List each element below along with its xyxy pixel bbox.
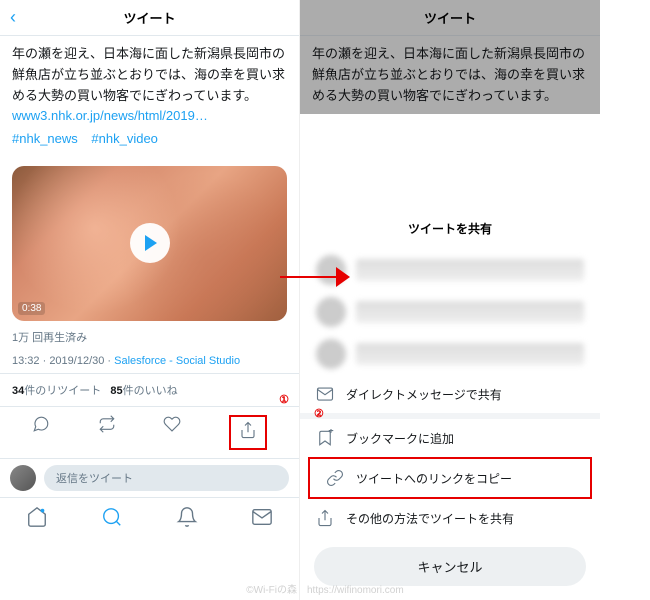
share-button[interactable] — [229, 415, 267, 450]
retweet-button[interactable] — [98, 415, 116, 450]
reply-composer: 返信をツイート — [0, 458, 299, 497]
watermark: ©Wi-Fiの森 https://wifinomori.com — [246, 581, 403, 596]
annotation-marker-1: ① — [279, 393, 289, 406]
video-thumbnail[interactable]: 0:38 — [12, 166, 287, 321]
view-count: 1万 回再生済み — [0, 325, 299, 349]
bookmark-add-icon — [316, 429, 334, 447]
tweet-source[interactable]: Salesforce - Social Studio — [114, 355, 240, 367]
search-tab[interactable] — [101, 506, 123, 533]
like-button[interactable] — [163, 415, 181, 450]
dimmed-background[interactable]: ツイート 年の瀬を迎え、日本海に面した新潟県長岡市の鮮魚店が立ち並ぶとおりでは、… — [300, 0, 600, 114]
dm-share-button[interactable]: ダイレクトメッセージで共有 — [300, 375, 600, 413]
tweet-link[interactable]: www3.nhk.or.jp/news/html/2019… — [12, 108, 208, 123]
share-user-row[interactable] — [300, 333, 600, 375]
share-sheet: ツイートを共有 ダイレクトメッセージで共有 ② ブックマークに追加 ツイートへの… — [300, 208, 600, 600]
tweet-text: 年の瀬を迎え、日本海に面した新潟県長岡市の鮮魚店が立ち並ぶとおりでは、海の幸を買… — [0, 36, 299, 158]
other-share-button[interactable]: その他の方法でツイートを共有 — [300, 499, 600, 537]
link-icon — [326, 469, 344, 487]
copy-link-button[interactable]: ツイートへのリンクをコピー — [310, 459, 590, 497]
video-duration: 0:38 — [18, 302, 45, 315]
back-icon[interactable]: ‹ — [10, 7, 16, 28]
hashtag[interactable]: #nhk_news — [12, 131, 78, 146]
tweet-text: 年の瀬を迎え、日本海に面した新潟県長岡市の鮮魚店が立ち並ぶとおりでは、海の幸を買… — [300, 36, 600, 114]
reply-button[interactable] — [32, 415, 50, 450]
page-title: ツイート — [424, 8, 476, 27]
sheet-title: ツイートを共有 — [300, 208, 600, 249]
annotation-marker-2: ② — [314, 407, 324, 420]
tweet-meta: 13:32 · 2019/12/30 · Salesforce - Social… — [0, 349, 299, 374]
messages-tab[interactable] — [251, 506, 273, 533]
header: ‹ ツイート — [0, 0, 299, 36]
tweet-detail-panel: ‹ ツイート 年の瀬を迎え、日本海に面した新潟県長岡市の鮮魚店が立ち並ぶとおりで… — [0, 0, 300, 600]
share-icon — [316, 509, 334, 527]
reply-input[interactable]: 返信をツイート — [44, 465, 289, 491]
home-tab[interactable] — [26, 506, 48, 533]
hashtag[interactable]: #nhk_video — [91, 131, 158, 146]
bookmark-button[interactable]: ブックマークに追加 — [300, 419, 600, 457]
share-user-row[interactable] — [300, 291, 600, 333]
action-bar: ① — [0, 407, 299, 458]
notifications-tab[interactable] — [176, 506, 198, 533]
bottom-tabbar — [0, 497, 299, 541]
tweet-stats[interactable]: 34件のリツイート 85件のいいね — [0, 374, 299, 407]
play-icon[interactable] — [130, 223, 170, 263]
page-title: ツイート — [123, 8, 175, 27]
hashtags: #nhk_news #nhk_video — [12, 129, 287, 150]
share-sheet-panel: ツイート 年の瀬を迎え、日本海に面した新潟県長岡市の鮮魚店が立ち並ぶとおりでは、… — [300, 0, 600, 600]
envelope-icon — [316, 385, 334, 403]
share-user-row[interactable] — [300, 249, 600, 291]
avatar[interactable] — [10, 465, 36, 491]
